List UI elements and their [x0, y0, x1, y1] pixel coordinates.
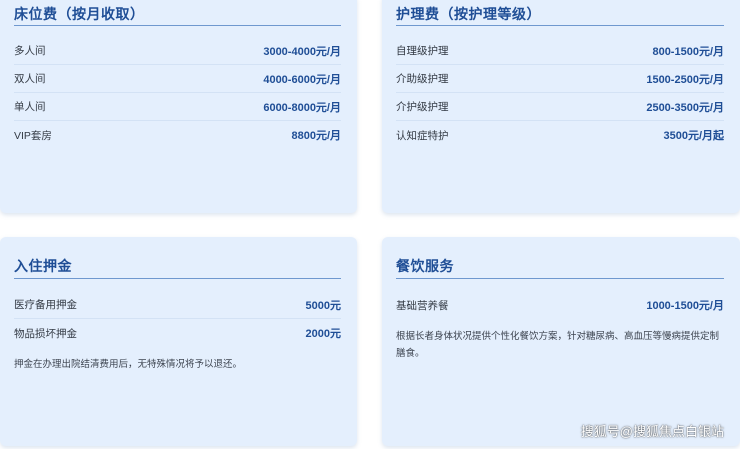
fee-row: VIP套房 8800元/月 [14, 121, 341, 149]
fee-row-price: 5000元 [305, 299, 341, 312]
fee-row: 多人间 3000-4000元/月 [14, 37, 341, 65]
nursing-fee-card: 护理费（按护理等级） 自理级护理 800-1500元/月 介助级护理 1500-… [382, 0, 740, 213]
nursing-fee-title: 护理费（按护理等级） [396, 6, 541, 22]
dining-card: 餐饮服务 基础营养餐 1000-1500元/月 根据长者身体状况提供个性化餐饮方… [382, 237, 740, 446]
nursing-fee-divider [396, 25, 724, 26]
fee-row-price: 3500元/月起 [663, 130, 724, 142]
dining-divider [396, 278, 724, 279]
fee-row: 单人间 6000-8000元/月 [14, 93, 341, 121]
fee-row-price: 800-1500元/月 [652, 45, 724, 58]
fee-row-price: 3000-4000元/月 [263, 45, 341, 58]
deposit-list: 医疗备用押金 5000元 物品损坏押金 2000元 [14, 291, 341, 347]
fee-row-price: 8800元/月 [291, 130, 341, 142]
fee-row: 双人间 4000-6000元/月 [14, 65, 341, 93]
nursing-fee-list: 自理级护理 800-1500元/月 介助级护理 1500-2500元/月 介护级… [396, 37, 724, 149]
bed-fee-divider [14, 25, 341, 26]
fee-page: 床位费（按月收取） 多人间 3000-4000元/月 双人间 4000-6000… [0, 0, 740, 449]
fee-row-label: 单人间 [14, 101, 46, 113]
deposit-title: 入住押金 [14, 258, 72, 274]
fee-row-label: 介助级护理 [396, 73, 449, 85]
dining-title: 餐饮服务 [396, 258, 454, 274]
fee-row-price: 1500-2500元/月 [646, 73, 724, 86]
fee-row-label: 物品损坏押金 [14, 327, 77, 340]
fee-row: 自理级护理 800-1500元/月 [396, 37, 724, 65]
bed-fee-title: 床位费（按月收取） [14, 6, 145, 22]
fee-row: 介助级护理 1500-2500元/月 [396, 65, 724, 93]
fee-row: 物品损坏押金 2000元 [14, 319, 341, 347]
bed-fee-list: 多人间 3000-4000元/月 双人间 4000-6000元/月 单人间 60… [14, 37, 341, 149]
deposit-divider [14, 278, 341, 279]
fee-row-label: 医疗备用押金 [14, 299, 77, 311]
deposit-card: 入住押金 医疗备用押金 5000元 物品损坏押金 2000元 押金在办理出院结清… [0, 237, 357, 446]
fee-row: 医疗备用押金 5000元 [14, 291, 341, 319]
source-watermark: 搜狐号@搜狐焦点白银站 [580, 424, 724, 439]
fee-row-label: 自理级护理 [396, 45, 449, 57]
fee-row-price: 2500-3500元/月 [646, 101, 724, 114]
fee-row-label: 介护级护理 [396, 101, 449, 113]
fee-row-label: VIP套房 [14, 129, 52, 142]
fee-row-price: 2000元 [305, 328, 341, 340]
bed-fee-card: 床位费（按月收取） 多人间 3000-4000元/月 双人间 4000-6000… [0, 0, 357, 213]
fee-row-label: 认知症特护 [396, 129, 449, 142]
fee-row-price: 6000-8000元/月 [263, 101, 341, 114]
dining-note: 根据长者身体状况提供个性化餐饮方案，针对糖尿病、高血压等慢病提供定制膳食。 [396, 331, 720, 359]
fee-row: 基础营养餐 1000-1500元/月 [396, 291, 724, 319]
fee-row-label: 基础营养餐 [396, 299, 449, 312]
fee-row-price: 4000-6000元/月 [263, 73, 341, 86]
fee-row: 认知症特护 3500元/月起 [396, 121, 724, 149]
fee-row: 介护级护理 2500-3500元/月 [396, 93, 724, 121]
fee-row-price: 1000-1500元/月 [646, 300, 724, 312]
deposit-note: 押金在办理出院结清费用后，无特殊情况将予以退还。 [14, 359, 243, 370]
fee-row-label: 多人间 [14, 45, 46, 57]
fee-row-label: 双人间 [14, 73, 46, 85]
dining-list: 基础营养餐 1000-1500元/月 [396, 291, 724, 319]
